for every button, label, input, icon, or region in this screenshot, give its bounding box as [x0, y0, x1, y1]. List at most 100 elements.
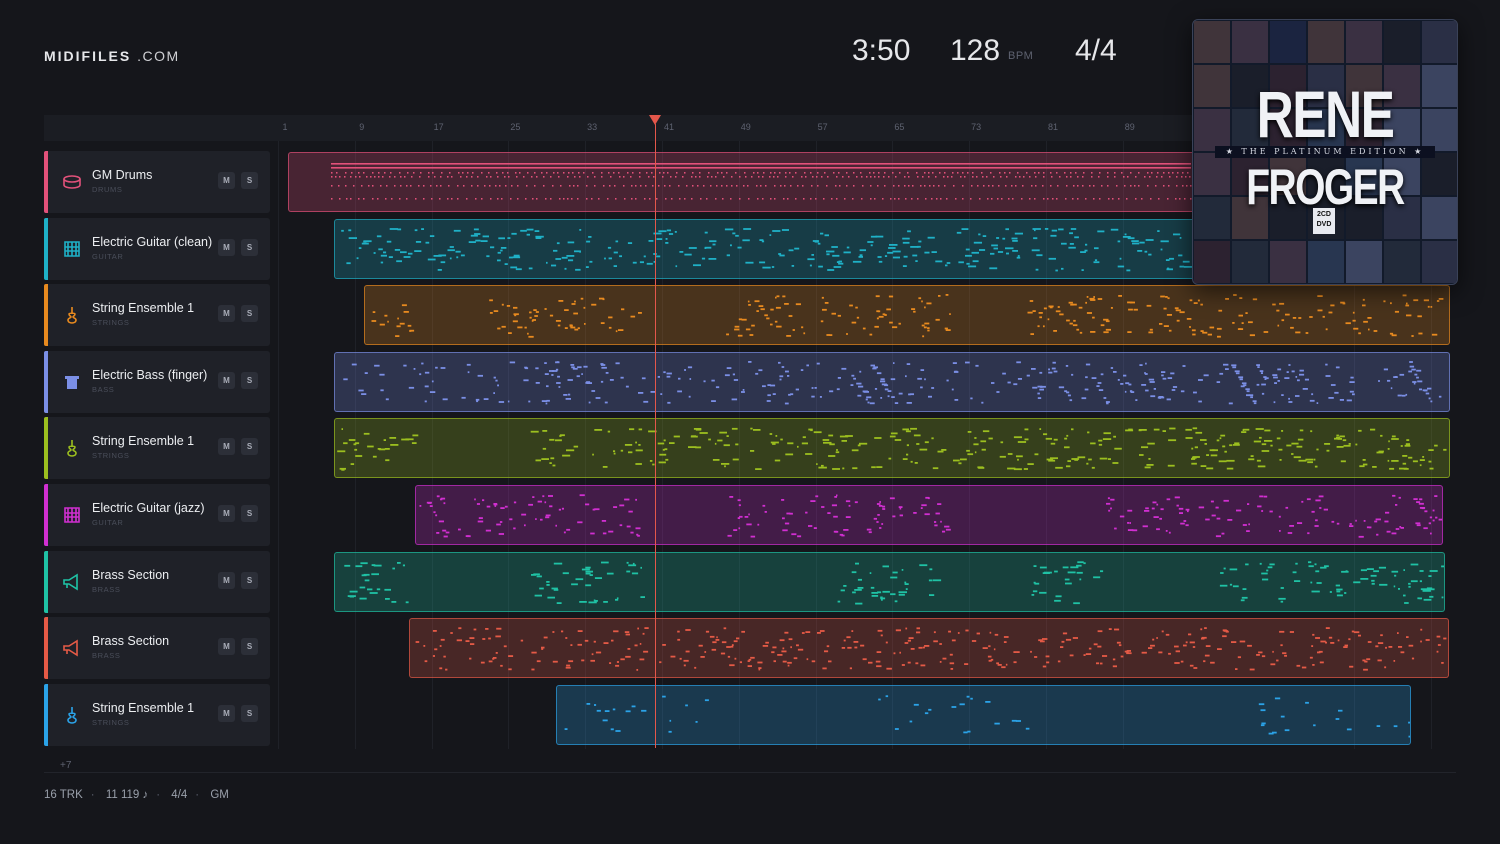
midi-note	[915, 163, 917, 165]
midi-note	[1352, 393, 1355, 396]
midi-note	[689, 167, 691, 169]
more-tracks-label[interactable]: +7	[60, 760, 71, 771]
midi-note	[981, 163, 983, 165]
mute-button[interactable]: M	[218, 438, 235, 455]
midi-clip[interactable]	[364, 285, 1450, 345]
midi-clip[interactable]	[334, 552, 1445, 612]
midi-clip[interactable]	[334, 352, 1450, 412]
midi-note	[1429, 595, 1434, 598]
midi-note	[542, 447, 547, 450]
midi-note	[517, 198, 519, 200]
midi-note	[474, 498, 476, 501]
midi-note	[644, 198, 646, 200]
solo-button[interactable]: S	[241, 305, 258, 322]
midi-note	[1032, 590, 1038, 593]
midi-note	[857, 167, 859, 169]
midi-note	[799, 163, 801, 165]
mute-button[interactable]: M	[218, 172, 235, 189]
midi-note	[1093, 576, 1101, 579]
midi-note	[779, 172, 781, 174]
midi-note	[935, 167, 937, 169]
mute-button[interactable]: M	[218, 572, 235, 589]
midi-clip[interactable]	[415, 485, 1443, 545]
midi-note	[1082, 185, 1084, 187]
track-header[interactable]: String Ensemble 1 STRINGS M S	[44, 284, 270, 346]
midi-note	[1198, 379, 1203, 381]
midi-note	[913, 163, 915, 165]
track-header[interactable]: String Ensemble 1 STRINGS M S	[44, 684, 270, 746]
midi-note	[1441, 565, 1444, 568]
midi-note	[565, 398, 571, 400]
midi-note	[1335, 584, 1340, 587]
midi-note	[1198, 506, 1205, 509]
midi-note	[897, 163, 899, 165]
midi-note	[1420, 628, 1423, 631]
midi-note	[1083, 167, 1085, 169]
midi-note	[1099, 167, 1101, 169]
mute-button[interactable]: M	[218, 705, 235, 722]
track-header[interactable]: Brass Section BRASS M S	[44, 617, 270, 679]
midi-note	[515, 167, 517, 169]
midi-note	[563, 198, 565, 200]
midi-note	[564, 728, 568, 730]
midi-note	[929, 163, 931, 165]
midi-note	[597, 167, 599, 169]
midi-note	[767, 167, 769, 169]
solo-button[interactable]: S	[241, 505, 258, 522]
track-header[interactable]: Brass Section BRASS M S	[44, 551, 270, 613]
mute-button[interactable]: M	[218, 505, 235, 522]
midi-note	[764, 511, 767, 513]
midi-note	[331, 163, 333, 165]
mute-button[interactable]: M	[218, 305, 235, 322]
mute-button[interactable]: M	[218, 638, 235, 655]
midi-note	[1048, 459, 1056, 462]
midi-note	[423, 198, 425, 200]
midi-note	[1225, 298, 1229, 300]
solo-button[interactable]: S	[241, 372, 258, 389]
midi-note	[1317, 295, 1323, 297]
solo-button[interactable]: S	[241, 239, 258, 256]
playhead-line[interactable]	[655, 124, 656, 748]
midi-note	[1095, 167, 1097, 169]
mute-button[interactable]: M	[218, 239, 235, 256]
midi-note	[531, 651, 537, 654]
midi-note	[1001, 198, 1003, 200]
midi-note	[816, 362, 820, 365]
midi-clip[interactable]	[556, 685, 1411, 745]
midi-note	[656, 238, 663, 240]
midi-note	[949, 167, 951, 169]
track-header[interactable]: String Ensemble 1 STRINGS M S	[44, 417, 270, 479]
solo-button[interactable]: S	[241, 705, 258, 722]
playhead-handle[interactable]	[649, 115, 661, 125]
solo-button[interactable]: S	[241, 438, 258, 455]
midi-note	[533, 573, 540, 576]
midi-note	[553, 167, 555, 169]
midi-note	[1298, 459, 1307, 462]
midi-note	[1241, 382, 1247, 385]
solo-button[interactable]: S	[241, 638, 258, 655]
midi-note	[1187, 172, 1189, 174]
midi-note	[466, 363, 471, 366]
solo-button[interactable]: S	[241, 172, 258, 189]
track-header[interactable]: GM Drums DRUMS M S	[44, 151, 270, 213]
midi-note	[1387, 379, 1391, 382]
track-header[interactable]: Electric Guitar (jazz) GUITAR M S	[44, 484, 270, 546]
mute-button[interactable]: M	[218, 372, 235, 389]
midi-note	[1334, 391, 1339, 394]
midi-note	[372, 311, 376, 313]
midi-note	[617, 167, 619, 169]
midi-note	[924, 251, 930, 254]
track-header[interactable]: Electric Bass (finger) BASS M S	[44, 351, 270, 413]
midi-clip[interactable]	[334, 418, 1450, 478]
midi-clip[interactable]	[409, 618, 1449, 678]
midi-note	[575, 167, 577, 169]
midi-note	[435, 167, 437, 169]
midi-note	[910, 648, 915, 650]
solo-button[interactable]: S	[241, 572, 258, 589]
track-header[interactable]: Electric Guitar (clean) GUITAR M S	[44, 218, 270, 280]
midi-note	[1026, 172, 1028, 174]
midi-note	[898, 322, 901, 325]
midi-note	[571, 198, 573, 200]
midi-note	[1185, 163, 1187, 165]
clip-notes	[344, 561, 1444, 605]
